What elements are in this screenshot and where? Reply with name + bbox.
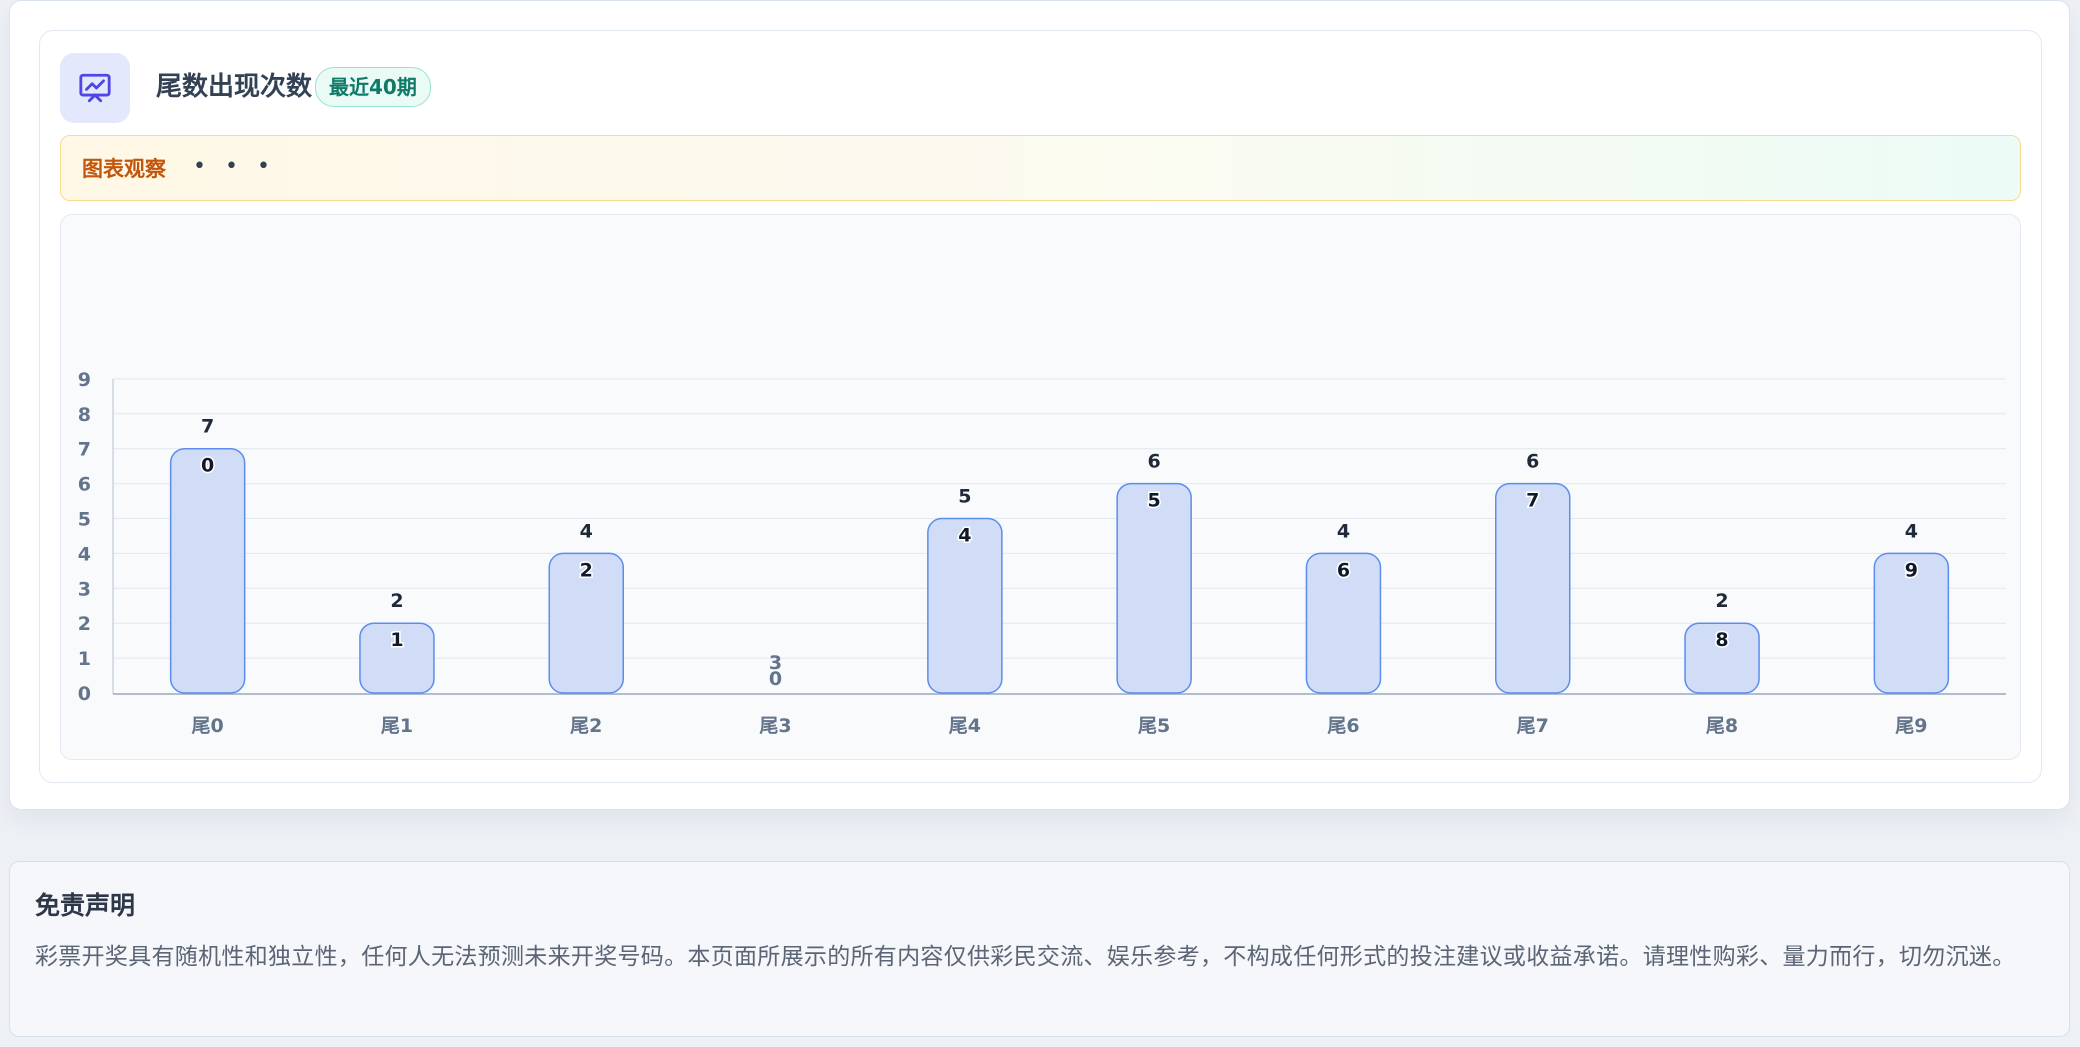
x-tick-label: 尾3 (759, 715, 791, 737)
more-dots-icon[interactable]: • • • (193, 152, 276, 182)
card-title: 尾数出现次数 (156, 72, 313, 102)
bar (1116, 482, 1192, 694)
value-label: 4 (1337, 520, 1350, 542)
value-label: 2 (390, 590, 403, 612)
x-tick-label: 尾5 (1138, 715, 1170, 737)
y-tick-label: 4 (78, 543, 91, 565)
value-label: 6 (1148, 451, 1161, 473)
y-tick-label: 5 (78, 509, 91, 531)
bar-label: 7 (1526, 490, 1539, 512)
bar-label: 5 (1148, 490, 1161, 512)
y-tick-label: 7 (78, 439, 91, 461)
value-label: 4 (1905, 520, 1918, 542)
bar-label: 0 (201, 455, 214, 477)
x-tick-label: 尾4 (949, 715, 981, 737)
value-label: 4 (580, 520, 593, 542)
bar-label: 2 (580, 559, 593, 581)
bar-label: 8 (1715, 629, 1728, 651)
chart-card: 尾数出现次数 最近40期 图表观察 • • • 0 1 2 3 4 5 6 7 8 9 7 0 尾0 2 1… (39, 30, 2042, 783)
bar-label: 6 (1337, 559, 1350, 581)
bar-label: 4 (958, 525, 971, 547)
chart-presentation-icon (60, 53, 130, 123)
disclaimer-text: 彩票开奖具有随机性和独立性，任何人无法预测未来开奖号码。本页面所展示的所有内容仅… (35, 944, 2016, 970)
y-tick-label: 2 (78, 613, 91, 635)
y-tick-label: 0 (78, 683, 91, 705)
chart-observation-bar[interactable]: 图表观察 • • • (60, 135, 2021, 201)
y-tick-label: 6 (78, 474, 91, 496)
bar-label: 1 (390, 629, 403, 651)
observation-label: 图表观察 (82, 157, 166, 181)
x-tick-label: 尾9 (1895, 715, 1927, 737)
period-badge: 最近40期 (315, 67, 431, 107)
value-label: 2 (1715, 590, 1728, 612)
y-tick-label: 3 (78, 578, 91, 600)
value-label: 5 (958, 486, 971, 508)
x-tick-label: 尾6 (1327, 715, 1359, 737)
y-tick-label: 8 (78, 404, 91, 426)
x-tick-label: 尾7 (1517, 715, 1549, 737)
bar-label: 3 (769, 652, 782, 674)
bar (169, 447, 246, 694)
bar (1495, 482, 1571, 694)
chart-panel: 0 1 2 3 4 5 6 7 8 9 7 0 尾0 2 1 尾1 4 2 尾2 0 3 尾3 5 4 尾4 6 5 尾5 4 6 尾6 6 7… (60, 214, 2021, 760)
value-label: 6 (1526, 451, 1539, 473)
x-tick-label: 尾1 (381, 715, 413, 737)
trend-card: 尾数出现次数 最近40期 图表观察 • • • 0 1 2 3 4 5 6 7 8 9 7 0 尾0 2 1… (9, 0, 2070, 810)
bar-chart: 012345678970尾021尾142尾203尾354尾465尾546尾667… (78, 369, 2006, 737)
x-tick-label: 尾0 (192, 715, 224, 737)
y-tick-label: 1 (78, 648, 91, 670)
x-tick-label: 尾8 (1706, 715, 1738, 737)
bar-label: 9 (1905, 559, 1918, 581)
disclaimer-box: 免责声明 彩票开奖具有随机性和独立性，任何人无法预测未来开奖号码。本页面所展示的… (9, 861, 2070, 1037)
y-tick-label: 9 (78, 369, 91, 391)
x-tick-label: 尾2 (570, 715, 602, 737)
value-label: 7 (201, 416, 214, 438)
disclaimer-title: 免责声明 (35, 891, 136, 920)
